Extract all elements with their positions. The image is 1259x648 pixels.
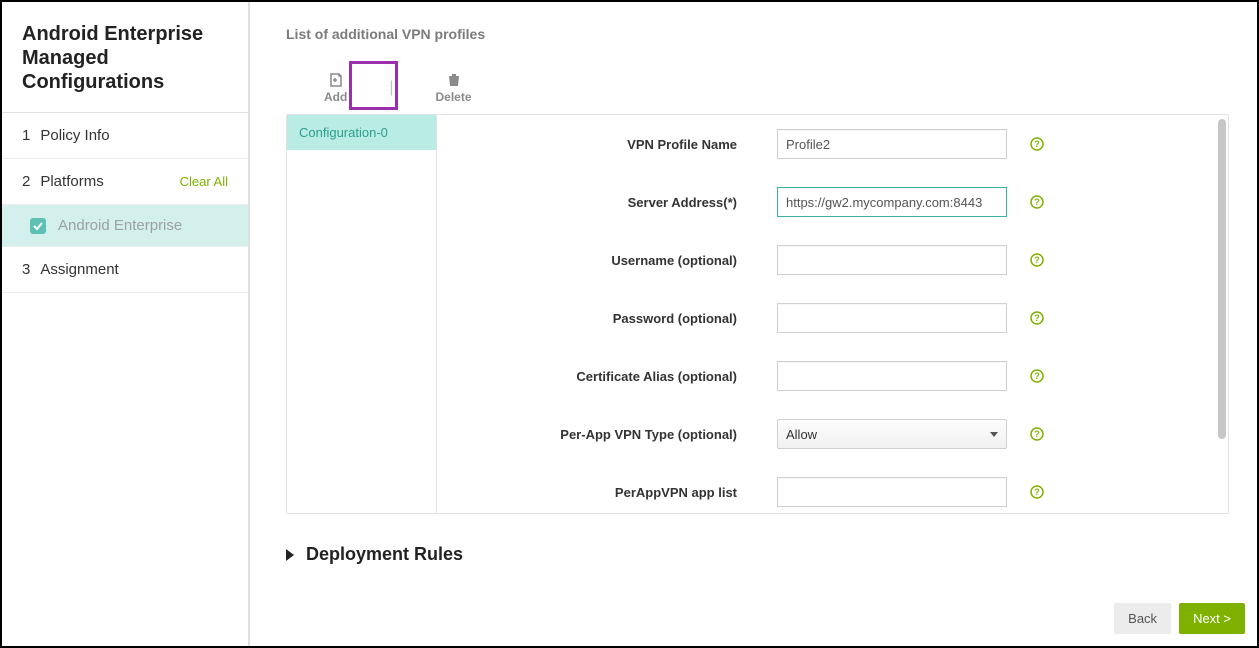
step-number: 2 xyxy=(22,173,30,190)
form-area: VPN Profile Name ? Server Address(*) ? U… xyxy=(437,115,1228,513)
page-title: Android Enterprise Managed Configuration… xyxy=(2,2,248,113)
deployment-rules-label: Deployment Rules xyxy=(306,544,463,565)
row-password: Password (optional) ? xyxy=(477,303,1188,333)
input-perapp-list[interactable] xyxy=(777,477,1007,507)
svg-text:?: ? xyxy=(1034,255,1040,265)
row-cert-alias: Certificate Alias (optional) ? xyxy=(477,361,1188,391)
add-button[interactable]: Add xyxy=(316,68,355,108)
help-icon[interactable]: ? xyxy=(1029,368,1045,384)
label-username: Username (optional) xyxy=(477,253,777,268)
help-icon[interactable]: ? xyxy=(1029,310,1045,326)
trash-icon xyxy=(446,72,462,88)
next-button[interactable]: Next > xyxy=(1179,603,1245,634)
step-platforms[interactable]: 2 Platforms Clear All xyxy=(2,159,248,205)
input-vpn-name[interactable] xyxy=(777,129,1007,159)
help-icon[interactable]: ? xyxy=(1029,484,1045,500)
back-button[interactable]: Back xyxy=(1114,603,1171,634)
section-title: List of additional VPN profiles xyxy=(286,26,1229,42)
svg-text:?: ? xyxy=(1034,487,1040,497)
label-password: Password (optional) xyxy=(477,311,777,326)
input-server-address[interactable] xyxy=(777,187,1007,217)
step-label: Platforms xyxy=(40,173,103,190)
step-label: Assignment xyxy=(40,261,118,278)
clear-all-link[interactable]: Clear All xyxy=(180,174,228,189)
help-icon[interactable]: ? xyxy=(1029,194,1045,210)
svg-text:?: ? xyxy=(1034,313,1040,323)
svg-text:?: ? xyxy=(1034,139,1040,149)
label-perapp-list: PerAppVPN app list xyxy=(477,485,777,500)
help-icon[interactable]: ? xyxy=(1029,252,1045,268)
row-perapp-type: Per-App VPN Type (optional) Allow ? xyxy=(477,419,1188,449)
svg-text:?: ? xyxy=(1034,429,1040,439)
input-cert-alias[interactable] xyxy=(777,361,1007,391)
config-item-0[interactable]: Configuration-0 xyxy=(287,115,436,150)
check-icon xyxy=(30,218,46,234)
triangle-right-icon xyxy=(286,549,294,561)
dropdown-value: Allow xyxy=(786,427,817,442)
svg-text:?: ? xyxy=(1034,371,1040,381)
input-username[interactable] xyxy=(777,245,1007,275)
row-vpn-name: VPN Profile Name ? xyxy=(477,129,1188,159)
scrollbar[interactable] xyxy=(1218,119,1226,439)
step-number: 3 xyxy=(22,261,30,278)
label-cert-alias: Certificate Alias (optional) xyxy=(477,369,777,384)
dropdown-perapp-type[interactable]: Allow xyxy=(777,419,1007,449)
row-server-address: Server Address(*) ? xyxy=(477,187,1188,217)
config-panel: Configuration-0 VPN Profile Name ? Serve… xyxy=(286,114,1229,514)
step-policy-info[interactable]: 1 Policy Info xyxy=(2,113,248,159)
add-icon xyxy=(328,72,344,88)
help-icon[interactable]: ? xyxy=(1029,136,1045,152)
svg-text:?: ? xyxy=(1034,197,1040,207)
label-server-address: Server Address(*) xyxy=(477,195,777,210)
row-perapp-list: PerAppVPN app list ? xyxy=(477,477,1188,507)
step-assignment[interactable]: 3 Assignment xyxy=(2,247,248,293)
toolbar: Add | Delete xyxy=(286,68,1229,108)
sidebar: Android Enterprise Managed Configuration… xyxy=(2,2,250,646)
deployment-rules-toggle[interactable]: Deployment Rules xyxy=(286,544,1229,565)
config-list: Configuration-0 xyxy=(287,115,437,513)
help-icon[interactable]: ? xyxy=(1029,426,1045,442)
row-username: Username (optional) ? xyxy=(477,245,1188,275)
substep-android-enterprise[interactable]: Android Enterprise xyxy=(2,205,248,247)
label-vpn-name: VPN Profile Name xyxy=(477,137,777,152)
step-number: 1 xyxy=(22,127,30,144)
substep-label: Android Enterprise xyxy=(58,217,182,234)
footer: Back Next > xyxy=(1114,603,1245,634)
step-label: Policy Info xyxy=(40,127,109,144)
toolbar-separator: | xyxy=(385,79,397,97)
delete-button[interactable]: Delete xyxy=(427,68,479,108)
label-perapp-type: Per-App VPN Type (optional) xyxy=(477,427,777,442)
input-password[interactable] xyxy=(777,303,1007,333)
chevron-down-icon xyxy=(990,432,998,437)
main-content: List of additional VPN profiles Add | De… xyxy=(250,2,1257,646)
